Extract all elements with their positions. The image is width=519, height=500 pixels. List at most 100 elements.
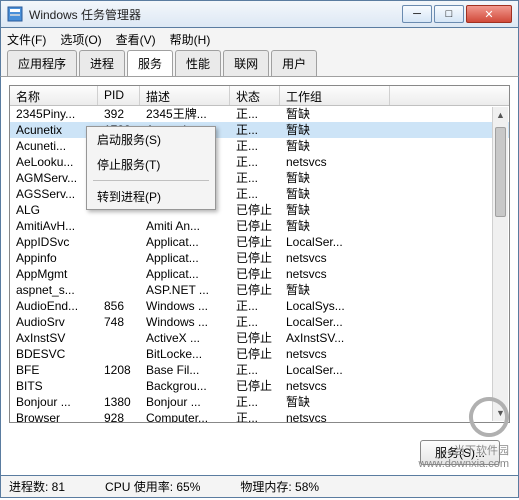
cell-pid: 928	[98, 410, 140, 423]
close-button[interactable]: ✕	[466, 5, 512, 23]
menubar: 文件(F) 选项(O) 查看(V) 帮助(H)	[0, 28, 519, 50]
tabs: 应用程序 进程 服务 性能 联网 用户	[0, 50, 519, 76]
cell-desc: BitLocke...	[140, 346, 230, 362]
tab-processes[interactable]: 进程	[79, 50, 125, 76]
tab-performance[interactable]: 性能	[175, 50, 221, 76]
table-row[interactable]: AppinfoApplicat...已停止netsvcs	[10, 250, 509, 266]
cell-name: AGMServ...	[10, 170, 98, 186]
cell-desc: Bonjour ...	[140, 394, 230, 410]
table-row[interactable]: AxInstSVActiveX ...已停止AxInstSV...	[10, 330, 509, 346]
status-memory: 物理内存: 58%	[240, 478, 319, 495]
cell-state: 已停止	[230, 282, 280, 298]
menu-help[interactable]: 帮助(H)	[170, 31, 211, 48]
cell-state: 正...	[230, 106, 280, 122]
cell-name: AppMgmt	[10, 266, 98, 282]
cell-group: netsvcs	[280, 346, 390, 362]
cell-name: AudioEnd...	[10, 298, 98, 314]
cell-group: AxInstSV...	[280, 330, 390, 346]
table-row[interactable]: AeLooku...正...netsvcs	[10, 154, 509, 170]
services-list: 名称 PID 描述 状态 工作组 2345Piny...3922345王牌...…	[9, 85, 510, 423]
col-header-name[interactable]: 名称	[10, 86, 98, 105]
cell-group: 暂缺	[280, 282, 390, 298]
table-row[interactable]: BITSBackgrou...已停止netsvcs	[10, 378, 509, 394]
menu-options[interactable]: 选项(O)	[60, 31, 101, 48]
content-panel: 名称 PID 描述 状态 工作组 2345Piny...3922345王牌...…	[0, 76, 519, 476]
cell-state: 已停止	[230, 346, 280, 362]
tab-applications[interactable]: 应用程序	[7, 50, 77, 76]
table-row[interactable]: Bonjour ...1380Bonjour ...正...暂缺	[10, 394, 509, 410]
table-row[interactable]: Browser928Computer...正...netsvcs	[10, 410, 509, 423]
cell-state: 已停止	[230, 266, 280, 282]
table-row[interactable]: AppMgmtApplicat...已停止netsvcs	[10, 266, 509, 282]
services-button[interactable]: 服务(S)...	[420, 440, 500, 465]
cell-name: AeLooku...	[10, 154, 98, 170]
table-row[interactable]: Acuneti...正...暂缺	[10, 138, 509, 154]
col-header-group[interactable]: 工作组	[280, 86, 390, 105]
ctx-goto-process[interactable]: 转到进程(P)	[87, 184, 215, 209]
menu-view[interactable]: 查看(V)	[116, 31, 156, 48]
cell-name: AudioSrv	[10, 314, 98, 330]
table-row[interactable]: aspnet_s...ASP.NET ...已停止暂缺	[10, 282, 509, 298]
cell-desc: Windows ...	[140, 314, 230, 330]
cell-desc: Backgrou...	[140, 378, 230, 394]
table-row[interactable]: ALG已停止暂缺	[10, 202, 509, 218]
cell-state: 正...	[230, 298, 280, 314]
col-header-state[interactable]: 状态	[230, 86, 280, 105]
menu-file[interactable]: 文件(F)	[7, 31, 46, 48]
cell-name: BFE	[10, 362, 98, 378]
cell-group: LocalSer...	[280, 314, 390, 330]
cell-state: 已停止	[230, 378, 280, 394]
cell-state: 正...	[230, 394, 280, 410]
scroll-thumb[interactable]	[495, 127, 506, 217]
ctx-start-service[interactable]: 启动服务(S)	[87, 127, 215, 152]
table-row[interactable]: AudioEnd...856Windows ...正...LocalSys...	[10, 298, 509, 314]
list-header: 名称 PID 描述 状态 工作组	[10, 86, 509, 106]
table-row[interactable]: AGMServ...正...暂缺	[10, 170, 509, 186]
cell-name: AxInstSV	[10, 330, 98, 346]
cell-desc: Windows ...	[140, 298, 230, 314]
ctx-stop-service[interactable]: 停止服务(T)	[87, 152, 215, 177]
maximize-button[interactable]: □	[434, 5, 464, 23]
tab-services[interactable]: 服务	[127, 50, 173, 76]
cell-state: 正...	[230, 154, 280, 170]
cell-state: 已停止	[230, 330, 280, 346]
scroll-up-icon[interactable]: ▲	[493, 107, 508, 123]
cell-state: 正...	[230, 362, 280, 378]
col-header-pid[interactable]: PID	[98, 86, 140, 105]
table-row[interactable]: AudioSrv748Windows ...正...LocalSer...	[10, 314, 509, 330]
table-row[interactable]: Acunetix1788Acunetix正...暂缺	[10, 122, 509, 138]
cell-group: 暂缺	[280, 202, 390, 218]
cell-pid: 1208	[98, 362, 140, 378]
col-header-desc[interactable]: 描述	[140, 86, 230, 105]
table-row[interactable]: AmitiAvH...Amiti An...已停止暂缺	[10, 218, 509, 234]
table-row[interactable]: BFE1208Base Fil...正...LocalSer...	[10, 362, 509, 378]
cell-desc: Computer...	[140, 410, 230, 423]
table-row[interactable]: BDESVCBitLocke...已停止netsvcs	[10, 346, 509, 362]
minimize-button[interactable]: ─	[402, 5, 432, 23]
table-row[interactable]: AppIDSvcApplicat...已停止LocalSer...	[10, 234, 509, 250]
vertical-scrollbar[interactable]: ▲ ▼	[492, 107, 508, 421]
cell-desc: 2345王牌...	[140, 106, 230, 122]
cell-desc: Applicat...	[140, 234, 230, 250]
cell-pid	[98, 282, 140, 298]
cell-name: ALG	[10, 202, 98, 218]
cell-state: 正...	[230, 122, 280, 138]
tab-users[interactable]: 用户	[271, 50, 317, 76]
cell-state: 正...	[230, 314, 280, 330]
cell-state: 已停止	[230, 218, 280, 234]
scroll-down-icon[interactable]: ▼	[493, 405, 508, 421]
table-row[interactable]: AGSServ...正...暂缺	[10, 186, 509, 202]
ctx-separator	[93, 180, 209, 181]
table-row[interactable]: 2345Piny...3922345王牌...正...暂缺	[10, 106, 509, 122]
cell-pid	[98, 346, 140, 362]
cell-name: Acunetix	[10, 122, 98, 138]
status-cpu: CPU 使用率: 65%	[105, 478, 200, 495]
cell-name: 2345Piny...	[10, 106, 98, 122]
cell-pid: 392	[98, 106, 140, 122]
cell-group: LocalSer...	[280, 234, 390, 250]
cell-pid	[98, 330, 140, 346]
cell-state: 正...	[230, 138, 280, 154]
cell-group: 暂缺	[280, 122, 390, 138]
tab-networking[interactable]: 联网	[223, 50, 269, 76]
cell-group: netsvcs	[280, 378, 390, 394]
